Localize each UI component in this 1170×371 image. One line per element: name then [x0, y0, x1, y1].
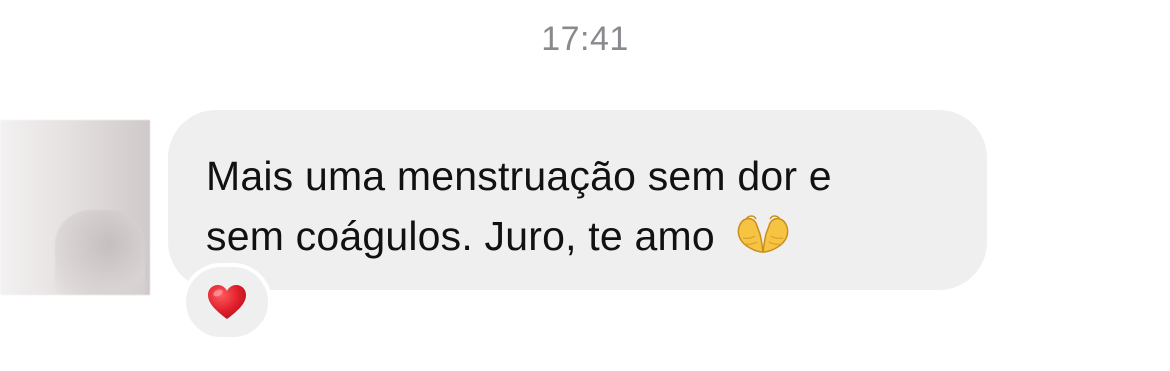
message-bubble[interactable]: Mais uma menstruação sem dor e sem coágu…	[168, 110, 987, 290]
message-line-2-text: sem coágulos. Juro, te amo	[206, 213, 715, 259]
sender-avatar[interactable]	[0, 120, 150, 295]
message-reaction[interactable]	[182, 263, 272, 341]
message-text: Mais uma menstruação sem dor e sem coágu…	[206, 146, 966, 266]
message-line-2: sem coágulos. Juro, te amo	[206, 206, 966, 266]
message-timestamp: 17:41	[541, 20, 629, 58]
message-line-1: Mais uma menstruação sem dor e	[206, 153, 832, 199]
red-heart-icon	[206, 283, 248, 321]
heart-hands-icon	[734, 212, 792, 258]
